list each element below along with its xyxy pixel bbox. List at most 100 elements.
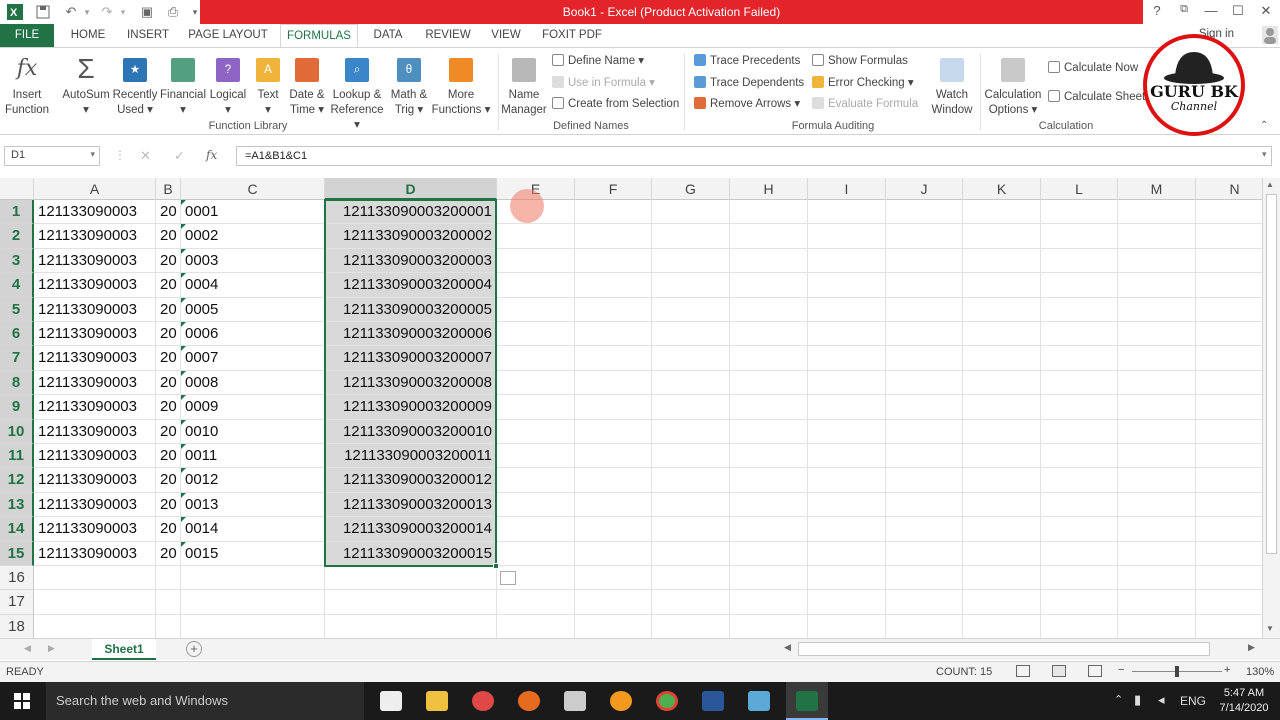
cell-d14[interactable]: 121133090003200014 <box>325 517 497 542</box>
cell-j5[interactable] <box>886 297 963 322</box>
cell-e11[interactable] <box>497 444 575 469</box>
column-header-i[interactable]: I <box>808 178 886 200</box>
cell-f15[interactable] <box>575 541 652 566</box>
cell-k3[interactable] <box>963 248 1041 274</box>
cell-f5[interactable] <box>575 297 652 322</box>
cell-b11[interactable]: 20 <box>156 444 181 469</box>
financial-button[interactable]: Financial ▾ <box>158 54 208 118</box>
cell-a14[interactable]: 121133090003 <box>34 517 156 542</box>
cell-m4[interactable] <box>1118 273 1196 298</box>
tab-foxit-pdf[interactable]: FOXIT PDF <box>538 24 606 48</box>
cell-n16[interactable] <box>1196 566 1262 591</box>
cell-d17[interactable] <box>325 590 497 615</box>
cell-c11[interactable]: 0011 <box>181 444 325 469</box>
cell-f9[interactable] <box>575 395 652 420</box>
cell-m11[interactable] <box>1118 444 1196 469</box>
cell-m7[interactable] <box>1118 346 1196 371</box>
column-header-j[interactable]: J <box>886 178 963 200</box>
cell-a3[interactable]: 121133090003 <box>34 248 156 274</box>
row-header[interactable]: 3 <box>0 248 34 274</box>
cell-e6[interactable] <box>497 322 575 347</box>
cell-k4[interactable] <box>963 273 1041 298</box>
cell-k2[interactable] <box>963 224 1041 249</box>
cell-h7[interactable] <box>730 346 808 371</box>
row-header[interactable]: 5 <box>0 297 34 322</box>
cell-j4[interactable] <box>886 273 963 298</box>
column-header-l[interactable]: L <box>1041 178 1118 200</box>
cell-c12[interactable]: 0012 <box>181 468 325 493</box>
cell-n10[interactable] <box>1196 420 1262 444</box>
cell-i3[interactable] <box>808 248 886 274</box>
tab-insert[interactable]: INSERT <box>122 24 174 48</box>
cell-j17[interactable] <box>886 590 963 615</box>
row-header[interactable]: 17 <box>0 590 34 615</box>
column-header-g[interactable]: G <box>652 178 730 200</box>
cell-e12[interactable] <box>497 468 575 493</box>
cell-i8[interactable] <box>808 370 886 396</box>
firefox-icon[interactable] <box>518 691 540 711</box>
vertical-scrollbar[interactable]: ▲ ▼ <box>1262 178 1280 638</box>
cell-n7[interactable] <box>1196 346 1262 371</box>
cell-k11[interactable] <box>963 444 1041 469</box>
define-name-button[interactable]: Define Name ▾ <box>552 52 644 70</box>
select-all-corner[interactable] <box>0 178 34 200</box>
cell-h2[interactable] <box>730 224 808 249</box>
cell-k13[interactable] <box>963 492 1041 518</box>
column-header-k[interactable]: K <box>963 178 1041 200</box>
cell-i5[interactable] <box>808 297 886 322</box>
cell-f18[interactable] <box>575 614 652 638</box>
cell-h5[interactable] <box>730 297 808 322</box>
taskbar-clock[interactable]: 5:47 AM 7/14/2020 <box>1216 686 1272 716</box>
cell-c9[interactable]: 0009 <box>181 395 325 420</box>
cell-e18[interactable] <box>497 614 575 638</box>
cell-c15[interactable]: 0015 <box>181 541 325 566</box>
cell-j18[interactable] <box>886 614 963 638</box>
zoom-level[interactable]: 130% <box>1246 666 1274 678</box>
cell-d16[interactable] <box>325 566 497 591</box>
cell-g14[interactable] <box>652 517 730 542</box>
trace-precedents-button[interactable]: Trace Precedents <box>694 52 800 70</box>
sheet-tab-sheet1[interactable]: Sheet1 <box>92 639 156 660</box>
column-header-n[interactable]: N <box>1196 178 1262 200</box>
cell-n1[interactable] <box>1196 200 1262 225</box>
tab-page-layout[interactable]: PAGE LAYOUT <box>186 24 270 48</box>
expand-formula-bar-icon[interactable]: ▾ <box>1262 149 1267 160</box>
cell-m3[interactable] <box>1118 248 1196 274</box>
cell-l7[interactable] <box>1041 346 1118 371</box>
cell-i12[interactable] <box>808 468 886 493</box>
tab-file[interactable]: FILE <box>0 24 54 48</box>
cell-m2[interactable] <box>1118 224 1196 249</box>
row-header[interactable]: 15 <box>0 541 34 566</box>
cell-d8[interactable]: 121133090003200008 <box>325 370 497 396</box>
cell-b4[interactable]: 20 <box>156 273 181 298</box>
cell-e17[interactable] <box>497 590 575 615</box>
math-trig-button[interactable]: θ Math & Trig ▾ <box>386 54 432 118</box>
cell-k15[interactable] <box>963 541 1041 566</box>
cell-n6[interactable] <box>1196 322 1262 347</box>
create-from-selection-button[interactable]: Create from Selection <box>552 95 679 113</box>
cell-b7[interactable]: 20 <box>156 346 181 371</box>
cell-k5[interactable] <box>963 297 1041 322</box>
cell-j3[interactable] <box>886 248 963 274</box>
scroll-left-icon[interactable]: ◀ <box>784 642 791 653</box>
cell-n4[interactable] <box>1196 273 1262 298</box>
cell-e14[interactable] <box>497 517 575 542</box>
cell-a13[interactable]: 121133090003 <box>34 492 156 518</box>
cell-n14[interactable] <box>1196 517 1262 542</box>
cell-k12[interactable] <box>963 468 1041 493</box>
cell-c14[interactable]: 0014 <box>181 517 325 542</box>
cell-j10[interactable] <box>886 419 963 444</box>
cell-l6[interactable] <box>1041 322 1118 347</box>
cell-g13[interactable] <box>652 492 730 518</box>
recently-used-button[interactable]: ★ Recently Used ▾ <box>112 54 158 118</box>
chrome-icon[interactable] <box>656 691 678 711</box>
cell-h14[interactable] <box>730 517 808 542</box>
cell-i13[interactable] <box>808 492 886 518</box>
cell-j13[interactable] <box>886 492 963 518</box>
cell-d11[interactable]: 121133090003200011 <box>325 444 497 469</box>
cell-i16[interactable] <box>808 566 886 591</box>
cell-k8[interactable] <box>963 370 1041 396</box>
cell-m17[interactable] <box>1118 590 1196 615</box>
cell-d6[interactable]: 121133090003200006 <box>325 322 497 347</box>
cell-a18[interactable] <box>34 614 156 638</box>
